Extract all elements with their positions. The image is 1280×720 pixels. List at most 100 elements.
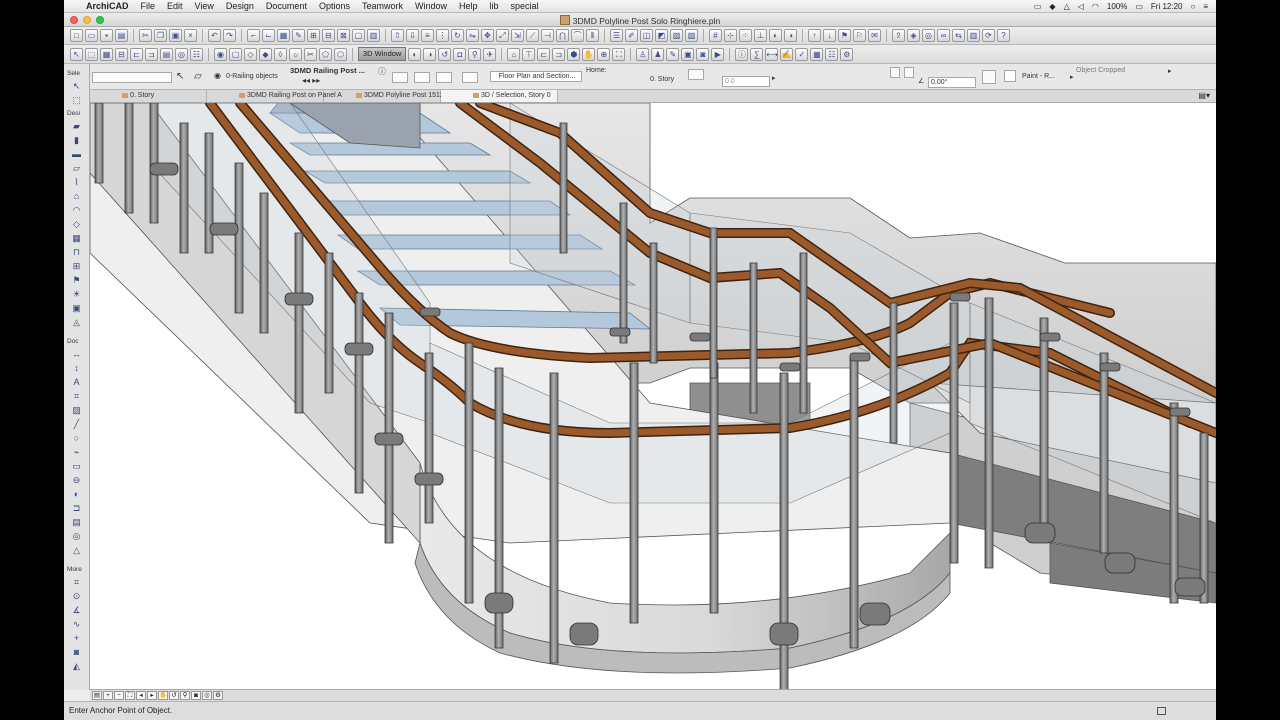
bimx-icon[interactable]: ◈ — [907, 29, 920, 42]
polyline-tool-icon[interactable]: ⌁ — [70, 446, 83, 458]
copy-icon[interactable]: ❐ — [154, 29, 167, 42]
marquee-icon[interactable]: ⬚ — [85, 47, 98, 61]
info-icon[interactable]: ⓘ — [378, 66, 386, 77]
object-tool-icon[interactable]: ⚑ — [70, 274, 83, 286]
clock[interactable]: Fri 12:20 — [1151, 2, 1183, 11]
pen-icon[interactable]: ✎ — [292, 29, 305, 42]
slab-tool-icon[interactable]: ▱ — [70, 162, 83, 174]
spotlight-icon[interactable]: ○ — [1190, 2, 1195, 11]
teamwork-reserve-icon[interactable]: ⚑ — [838, 29, 851, 42]
mirror-option[interactable] — [462, 72, 478, 83]
menu-app-name[interactable]: ArchiCAD — [80, 1, 135, 11]
elevation-field[interactable]: 0.0 — [722, 76, 770, 87]
hotspot-tool-icon[interactable]: + — [70, 632, 83, 644]
tab-menu-icon[interactable]: ▤▾ — [1198, 90, 1216, 102]
arrow-select-icon[interactable]: ↖ — [70, 47, 83, 61]
renovation-icon[interactable]: ◩ — [655, 29, 668, 42]
align-icon[interactable]: ≡ — [421, 29, 434, 42]
send-backward-icon[interactable]: ⇩ — [406, 29, 419, 42]
dimension-tool-icon[interactable]: ↔ — [70, 348, 83, 360]
save-icon[interactable]: ▪ — [100, 29, 113, 42]
floor-plan-icon[interactable]: ▦ — [100, 47, 113, 61]
nav-zoom-out-icon[interactable]: − — [114, 691, 124, 700]
zone-tool-icon[interactable]: ▣ — [70, 302, 83, 314]
display-icon[interactable]: ▭ — [1034, 2, 1042, 11]
cut-icon[interactable]: ✂ — [139, 29, 152, 42]
teamwork-release-icon[interactable]: ⚐ — [853, 29, 866, 42]
drawing-tool-icon[interactable]: ▭ — [70, 460, 83, 472]
material-value[interactable]: Paint - R... — [1022, 73, 1055, 80]
run-person-icon[interactable]: ♟ — [651, 47, 665, 61]
anchor-option[interactable] — [414, 72, 430, 83]
fillet-icon[interactable]: ⌒ — [571, 29, 584, 42]
column-tool-icon[interactable]: ▮ — [70, 134, 83, 146]
rotate-option[interactable] — [436, 72, 452, 83]
elevation-arrow-icon[interactable]: ▸ — [772, 74, 776, 82]
menu-file[interactable]: File — [135, 1, 162, 11]
angle-dimension-tool-icon[interactable]: ∡ — [70, 604, 83, 616]
tab-3d-selection[interactable]: 3D / Selection, Story 0 — [441, 90, 558, 102]
pan-icon[interactable]: ✋ — [582, 47, 596, 61]
interior-elevation-icon[interactable]: ⊐ — [145, 47, 158, 61]
side-view-icon[interactable]: ⊐ — [552, 47, 566, 61]
calculate-icon[interactable]: ∑ — [750, 47, 764, 61]
walk-person-icon[interactable]: ♙ — [636, 47, 650, 61]
label-tool-icon[interactable]: ⌗ — [70, 390, 83, 402]
pick-up-parameters-icon[interactable]: ⌐ — [247, 29, 260, 42]
photo-icon[interactable]: ◙ — [696, 47, 710, 61]
orbit-icon[interactable]: ↺ — [438, 47, 452, 61]
pen-override-icon[interactable] — [982, 70, 996, 84]
battery-icon[interactable]: ▭ — [1135, 2, 1143, 11]
menu-edit[interactable]: Edit — [161, 1, 189, 11]
print-icon[interactable]: ▤ — [115, 29, 128, 42]
menu-special[interactable]: special — [505, 1, 545, 11]
annotation-icon[interactable]: ✍ — [780, 47, 794, 61]
tab-railing-post-panel[interactable]: 3DMD Railing Post on Panel A — [207, 90, 342, 102]
nav-zoom-next-icon[interactable]: ▸ — [147, 691, 157, 700]
nav-fit-icon[interactable]: ⛶ — [125, 691, 135, 700]
globe-icon[interactable]: ◎ — [922, 29, 935, 42]
messages-icon[interactable]: ✉ — [868, 29, 881, 42]
nav-pan-icon[interactable]: ✋ — [158, 691, 168, 700]
menu-teamwork[interactable]: Teamwork — [356, 1, 409, 11]
volume-icon[interactable]: ◁ — [1078, 2, 1084, 11]
sun-icon[interactable]: ☼ — [289, 47, 302, 61]
publish-icon[interactable]: ⇪ — [892, 29, 905, 42]
render-icon[interactable]: ▣ — [681, 47, 695, 61]
snap-points-icon[interactable]: ⁘ — [739, 29, 752, 42]
wall-tool-icon[interactable]: ▰ — [70, 120, 83, 132]
help-icon[interactable]: ? — [997, 29, 1010, 42]
arrow-tool-icon[interactable]: ↖ — [70, 80, 83, 92]
reference-icon[interactable]: ◑ — [784, 29, 797, 42]
elevation-icon[interactable]: ⊏ — [130, 47, 143, 61]
interior-elevation-tool-icon[interactable]: ⊐ — [70, 502, 83, 514]
nav-orbit-icon[interactable]: ↺ — [169, 691, 179, 700]
mirror-icon[interactable]: ⇋ — [466, 29, 479, 42]
drag-icon[interactable]: ✥ — [481, 29, 494, 42]
camera-icon[interactable]: ◘ — [453, 47, 467, 61]
show-selection-icon[interactable]: ◉ — [214, 47, 227, 61]
camera-tool-icon[interactable]: ◙ — [70, 646, 83, 658]
radial-dimension-tool-icon[interactable]: ⊙ — [70, 590, 83, 602]
teamwork-send-icon[interactable]: ↑ — [808, 29, 821, 42]
roof-tool-icon[interactable]: ⌂ — [70, 190, 83, 202]
material-dropdown-arrow[interactable]: ▸ — [1070, 73, 1074, 81]
new-file-icon[interactable]: □ — [70, 29, 83, 42]
partial-structure-icon[interactable]: ▧ — [685, 29, 698, 42]
schedule-icon[interactable]: ☷ — [190, 47, 203, 61]
marquee-3d-icon[interactable]: ▢ — [229, 47, 242, 61]
nav-camera-icon[interactable]: ◙ — [191, 691, 201, 700]
bring-forward-icon[interactable]: ⇧ — [391, 29, 404, 42]
menu-document[interactable]: Document — [260, 1, 313, 11]
rotate-icon[interactable]: ↻ — [451, 29, 464, 42]
grid-snap-icon[interactable]: # — [709, 29, 722, 42]
eye-icon[interactable]: ◉ — [214, 71, 221, 80]
marquee-tool-icon[interactable]: ▱ — [194, 71, 202, 82]
window-tool-icon[interactable]: ⊞ — [70, 260, 83, 272]
zoom-icon[interactable]: ⊕ — [597, 47, 611, 61]
level-dimension-tool-icon[interactable]: ↕ — [70, 362, 83, 374]
arrow-tool-icon[interactable]: ↖ — [176, 71, 184, 82]
adjust-icon[interactable]: ⊣ — [541, 29, 554, 42]
curtain-wall-tool-icon[interactable]: ▦ — [70, 232, 83, 244]
spline-tool-icon[interactable]: ∿ — [70, 618, 83, 630]
